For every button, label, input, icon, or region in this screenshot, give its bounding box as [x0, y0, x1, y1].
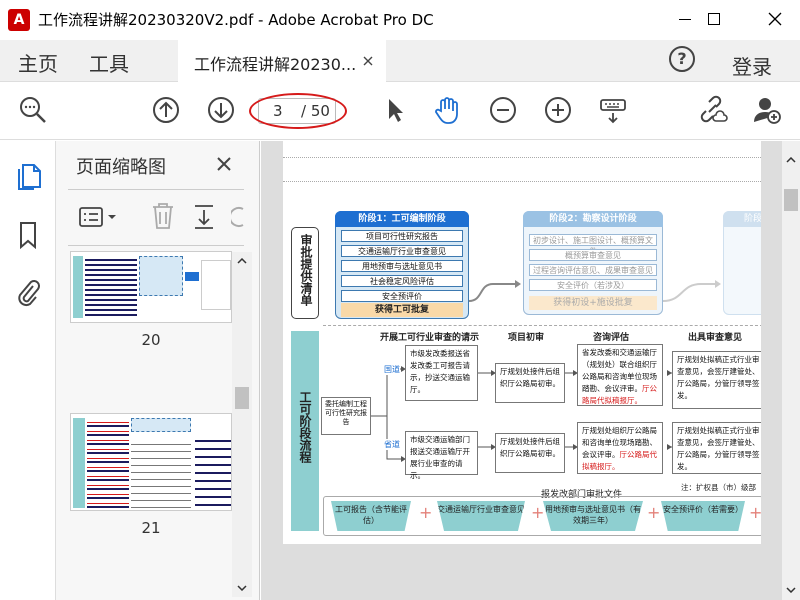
- chevron-down-icon[interactable]: [786, 587, 796, 593]
- chevron-down-icon[interactable]: [237, 585, 247, 591]
- panel-divider: [68, 189, 244, 190]
- scrollbar-thumb[interactable]: [235, 387, 249, 409]
- select-cursor-icon[interactable]: [380, 95, 410, 125]
- thumbnail-list-graphic: [87, 418, 129, 508]
- add-user-icon[interactable]: [752, 95, 782, 125]
- plus-sign: +: [531, 503, 545, 522]
- request-box-provincial: 市级交通运输部门报送交通运输厅开展行业审查的请示。: [405, 431, 478, 480]
- attachment-icon[interactable]: [16, 277, 40, 307]
- thumbnail-flow-graphic: [131, 418, 191, 432]
- maximize-button[interactable]: [708, 0, 754, 40]
- link-cloud-icon[interactable]: [698, 95, 728, 125]
- prelim-box-provincial: 厅规划处接件后组织厅公路局初审。: [495, 433, 565, 473]
- page-number-highlight-annotation: [249, 93, 347, 129]
- thumbnail-flow-graphic: [131, 438, 191, 508]
- bottom-item: 安全预评价（若需要）: [661, 501, 745, 531]
- bottom-item: 交通运输厅行业审查意见: [437, 501, 525, 531]
- request-box-national: 市级发改委报送省发改委工可报告请示，抄送交通运输厅。: [405, 345, 478, 401]
- tab-tools[interactable]: 工具: [89, 48, 129, 77]
- tab-document[interactable]: 工作流程讲解20230...: [178, 40, 386, 82]
- window-title: 工作流程讲解20230320V2.pdf - Adobe Acrobat Pro…: [38, 11, 434, 29]
- help-button[interactable]: ?: [669, 46, 695, 72]
- thumbnail-flow-graphic: [139, 256, 183, 296]
- keyboard-scroll-icon[interactable]: [598, 95, 628, 125]
- plus-sign: +: [419, 503, 433, 522]
- plus-sign: +: [647, 503, 661, 522]
- delete-page-icon[interactable]: [150, 201, 176, 231]
- close-panel-icon[interactable]: [216, 156, 232, 172]
- navigation-rail: [0, 141, 56, 600]
- thumbnail-sidebar-graphic: [73, 418, 85, 508]
- consult-box-provincial: 厅规划处组织厅公路局和咨询单位现场踏勘、会议评审。厅公路局代拟稿报厅。: [577, 422, 663, 474]
- thumbnail-options-icon[interactable]: [78, 205, 122, 229]
- tab-home[interactable]: 主页: [18, 48, 58, 77]
- chevron-up-icon[interactable]: [237, 258, 247, 264]
- branch-label-provincial: 省道: [384, 439, 400, 450]
- thumbnail-panel: 页面缩略图 20 21: [56, 141, 260, 600]
- footnote: 注：扩权县（市）级部: [681, 483, 756, 492]
- close-icon: [768, 12, 782, 26]
- previous-page-icon[interactable]: [151, 95, 181, 125]
- branch-label-national: 国道: [384, 364, 400, 375]
- close-window-button[interactable]: [754, 0, 800, 40]
- zoom-search-icon[interactable]: [18, 95, 48, 125]
- minimize-icon: [679, 19, 691, 20]
- panel-divider: [68, 245, 244, 246]
- next-page-icon[interactable]: [206, 95, 236, 125]
- close-tab-icon[interactable]: [363, 56, 373, 66]
- page-thumbnail-21[interactable]: [70, 413, 232, 511]
- thumbnail-list-graphic: [195, 434, 231, 506]
- maximize-icon: [708, 13, 720, 25]
- rotate-page-icon[interactable]: [231, 205, 245, 229]
- hand-tool-icon[interactable]: [432, 95, 462, 125]
- title-bar: A 工作流程讲解20230320V2.pdf - Adobe Acrobat P…: [0, 0, 800, 40]
- opinion-box-national: 厅规划处拟稿正式行业审查意见，会签厅建管处、厅公路局，分管厅领导签发。: [672, 351, 761, 409]
- extract-page-icon[interactable]: [192, 203, 216, 231]
- thumbnail-list-graphic: [85, 256, 137, 318]
- prelim-box-national: 厅规划处接件后组织厅公路局初审。: [495, 363, 565, 403]
- bottom-item: 用地预审与选址意见书（有效期三年）: [543, 501, 643, 531]
- panel-title: 页面缩略图: [76, 157, 166, 178]
- zoom-out-icon[interactable]: [488, 95, 518, 125]
- consult-box-national: 省发改委和交通运输厅（规划处）联合组织厅公路局和咨询单位现场踏勘、会议评审。厅公…: [577, 344, 663, 406]
- bookmark-icon[interactable]: [18, 221, 38, 249]
- pdf-page: 审批提供清单 阶段1：工可编制阶段 项目可行性研究报告 交通运输厅行业审查意见 …: [283, 141, 761, 544]
- opinion-box-provincial: 厅规划处拟稿正式行业审查意见，会签厅建管处、厅公路局，分管厅领导签发。: [672, 422, 761, 474]
- thumbnail-scrollbar[interactable]: [232, 252, 252, 597]
- plus-sign: +: [749, 503, 761, 522]
- page-thumbnail-20[interactable]: [70, 251, 232, 323]
- thumbnail-flow-graphic: [185, 272, 199, 281]
- bottom-item: 工可报告（含节能评估）: [331, 501, 411, 531]
- scrollbar-thumb[interactable]: [784, 189, 798, 211]
- minimize-button[interactable]: [662, 0, 708, 40]
- document-tab-label: 工作流程讲解20230...: [194, 55, 357, 74]
- page-thumbnails-icon[interactable]: [16, 161, 42, 191]
- thumbnail-page-number: 21: [141, 519, 161, 537]
- thumbnail-page-number: 20: [141, 331, 161, 349]
- zoom-in-icon[interactable]: [543, 95, 573, 125]
- toolbar: 3 / 50: [0, 82, 800, 140]
- chevron-up-icon[interactable]: [786, 157, 796, 163]
- acrobat-logo-icon: A: [8, 9, 30, 31]
- tab-bar: 主页 工具 ? 登录: [0, 40, 800, 82]
- thumbnail-flow-graphic: [201, 260, 231, 310]
- thumbnail-sidebar-graphic: [73, 256, 83, 318]
- document-scrollbar[interactable]: [782, 141, 800, 600]
- login-button[interactable]: 登录: [732, 51, 772, 80]
